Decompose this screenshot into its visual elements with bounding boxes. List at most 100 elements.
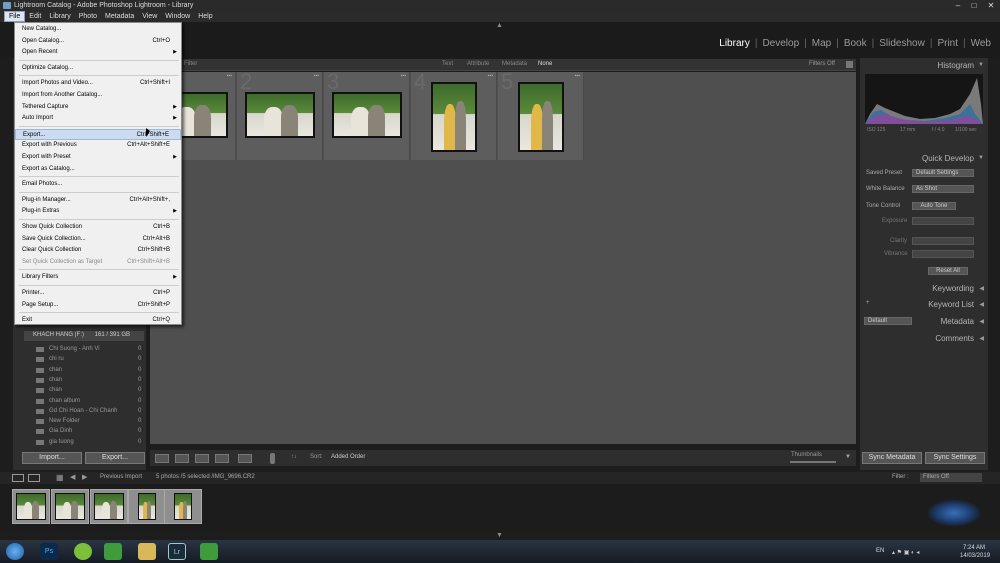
sort-direction-icon[interactable]: ↑↓ (291, 454, 297, 460)
lock-icon[interactable] (846, 61, 853, 68)
photo-thumbnail[interactable] (332, 92, 402, 138)
survey-view-icon[interactable] (215, 454, 229, 463)
photo-thumbnail[interactable] (518, 82, 564, 152)
menu-item-exit[interactable]: Exit Ctrl+Q (15, 315, 181, 326)
histogram-header[interactable]: Histogram (938, 61, 974, 70)
grid-cell[interactable]: 3 ▪▪▪ (324, 71, 410, 160)
keywording-header[interactable]: Keywording (932, 284, 974, 293)
metadata-preset-select[interactable]: Default (864, 317, 912, 325)
filter-tab-metadata[interactable]: Metadata (502, 61, 527, 67)
panel-collapse-icon[interactable]: ▼ (978, 62, 984, 68)
menu-metadata[interactable]: Metadata (101, 11, 138, 22)
loupe-view-icon[interactable] (175, 454, 189, 463)
grid-cell[interactable]: 5 ▪▪▪ (498, 71, 584, 160)
export-button[interactable]: Export... (85, 452, 145, 464)
reset-all-button[interactable]: Reset All (928, 267, 968, 275)
comments-header[interactable]: Comments (935, 334, 974, 343)
menu-item-open-catalog[interactable]: Open Catalog... Ctrl+O (15, 36, 181, 47)
menu-item-plug-in-manager[interactable]: Plug-in Manager... Ctrl+Alt+Shift+, (15, 195, 181, 206)
menu-item-page-setup[interactable]: Page Setup... Ctrl+Shift+P (15, 300, 181, 311)
filter-tab-attribute[interactable]: Attribute (467, 61, 489, 67)
filmstrip-thumbnail[interactable] (128, 489, 166, 524)
exposure-buttons[interactable] (912, 217, 974, 225)
volume-header[interactable]: KHACH HANG (F:) 161 / 391 GB (24, 331, 144, 341)
tray-icons[interactable]: ▴ ⚑ ▣ ◐ ◂ (892, 549, 919, 556)
module-slideshow[interactable]: Slideshow (874, 38, 930, 49)
menu-item-open-recent[interactable]: Open Recent ▶ (15, 47, 181, 58)
menu-item-export[interactable]: Export... Ctrl+Shift+E (15, 128, 181, 140)
grid-cell[interactable]: 2 ▪▪▪ (237, 71, 323, 160)
module-print[interactable]: Print (932, 38, 963, 49)
toolbar-menu-icon[interactable]: ▼ (845, 454, 851, 460)
compare-view-icon[interactable] (195, 454, 209, 463)
keyword-list-header[interactable]: Keyword List (928, 300, 974, 309)
people-view-icon[interactable] (238, 454, 252, 463)
menu-item-new-catalog[interactable]: New Catalog... (15, 24, 181, 35)
folder-name[interactable]: gia tuong (49, 439, 74, 445)
filmstrip-thumbnail[interactable] (164, 489, 202, 524)
menu-item-printer[interactable]: Printer... Ctrl+P (15, 288, 181, 299)
recorder-taskbar-icon[interactable] (200, 543, 218, 560)
menu-item-clear-quick-collection[interactable]: Clear Quick Collection Ctrl+Shift+B (15, 245, 181, 256)
menu-file[interactable]: File (4, 11, 26, 22)
explorer-taskbar-icon[interactable] (138, 543, 156, 560)
photo-thumbnail[interactable] (245, 92, 315, 138)
quick-develop-header[interactable]: Quick Develop (922, 154, 974, 163)
language-indicator[interactable]: EN (876, 548, 884, 554)
menu-item-email-photos[interactable]: Email Photos... (15, 179, 181, 190)
vibrance-buttons[interactable] (912, 250, 974, 258)
clarity-buttons[interactable] (912, 237, 974, 245)
filter-tab-none[interactable]: None (538, 61, 552, 67)
panel-collapse-icon[interactable]: ▼ (978, 155, 984, 161)
filmstrip-source[interactable]: Previous Import (100, 474, 142, 480)
sort-select[interactable]: Added Order (331, 454, 365, 460)
filters-off-select[interactable]: Filters Off (809, 61, 835, 67)
filmstrip-thumbnail[interactable] (12, 489, 50, 524)
module-web[interactable]: Web (966, 38, 996, 49)
menu-item-tethered-capture[interactable]: Tethered Capture ▶ (15, 102, 181, 113)
module-library[interactable]: Library (714, 38, 755, 49)
folder-name[interactable]: chan (49, 367, 62, 373)
folder-name[interactable]: chan (49, 387, 62, 393)
filter-tab-text[interactable]: Text (442, 61, 453, 67)
panel-expand-icon[interactable]: ◀ (979, 318, 984, 325)
lightroom-taskbar-icon[interactable]: Lr (168, 543, 186, 560)
forward-arrow-icon[interactable]: ▶ (82, 473, 87, 481)
module-book[interactable]: Book (839, 38, 872, 49)
auto-tone-button[interactable]: Auto Tone (912, 202, 956, 210)
panel-expand-icon[interactable]: ◀ (979, 335, 984, 342)
filmstrip-filter-select[interactable]: Filters Off (920, 473, 982, 482)
collapse-filmstrip-icon[interactable]: ▼ (496, 532, 503, 539)
white-balance-select[interactable]: As Shot (912, 185, 974, 193)
thumbnail-size-slider[interactable] (790, 461, 836, 463)
add-keyword-icon[interactable]: + (866, 300, 870, 306)
menu-item-set-quick-collection-as-target[interactable]: Set Quick Collection as Target Ctrl+Shift… (15, 257, 181, 268)
filmstrip-thumbnail[interactable] (90, 489, 128, 524)
menu-item-export-as-catalog[interactable]: Export as Catalog... (15, 164, 181, 175)
menu-view[interactable]: View (138, 11, 161, 22)
browser-taskbar-icon[interactable] (74, 543, 92, 560)
menu-window[interactable]: Window (161, 11, 194, 22)
filmstrip-thumbnail[interactable] (51, 489, 89, 524)
folder-name[interactable]: Gd Chi Hoan - Chi Chanh (49, 408, 117, 414)
metadata-header[interactable]: Metadata (941, 317, 974, 326)
module-develop[interactable]: Develop (757, 38, 804, 49)
menu-item-optimize-catalog[interactable]: Optimize Catalog... (15, 63, 181, 74)
camtasia-taskbar-icon[interactable] (104, 543, 122, 560)
folder-name[interactable]: New Folder (49, 418, 80, 424)
panel-expand-icon[interactable]: ◀ (979, 301, 984, 308)
back-arrow-icon[interactable]: ◀ (70, 473, 75, 481)
spray-can-icon[interactable] (270, 453, 275, 464)
clock-time[interactable]: 7:24 AM (963, 545, 985, 551)
menu-item-plug-in-extras[interactable]: Plug-in Extras ▶ (15, 206, 181, 217)
minimize-button[interactable]: – (950, 0, 966, 11)
main-window-icon[interactable] (12, 474, 24, 482)
photo-thumbnail[interactable] (431, 82, 477, 152)
menu-item-export-with-previous[interactable]: Export with Previous Ctrl+Alt+Shift+E (15, 140, 181, 151)
menu-item-export-with-preset[interactable]: Export with Preset ▶ (15, 152, 181, 163)
start-button-icon[interactable] (6, 543, 24, 560)
menu-item-library-filters[interactable]: Library Filters ▶ (15, 272, 181, 283)
folder-name[interactable]: chan album (49, 398, 80, 404)
photoshop-taskbar-icon[interactable]: Ps (40, 543, 58, 560)
menu-edit[interactable]: Edit (25, 11, 45, 22)
